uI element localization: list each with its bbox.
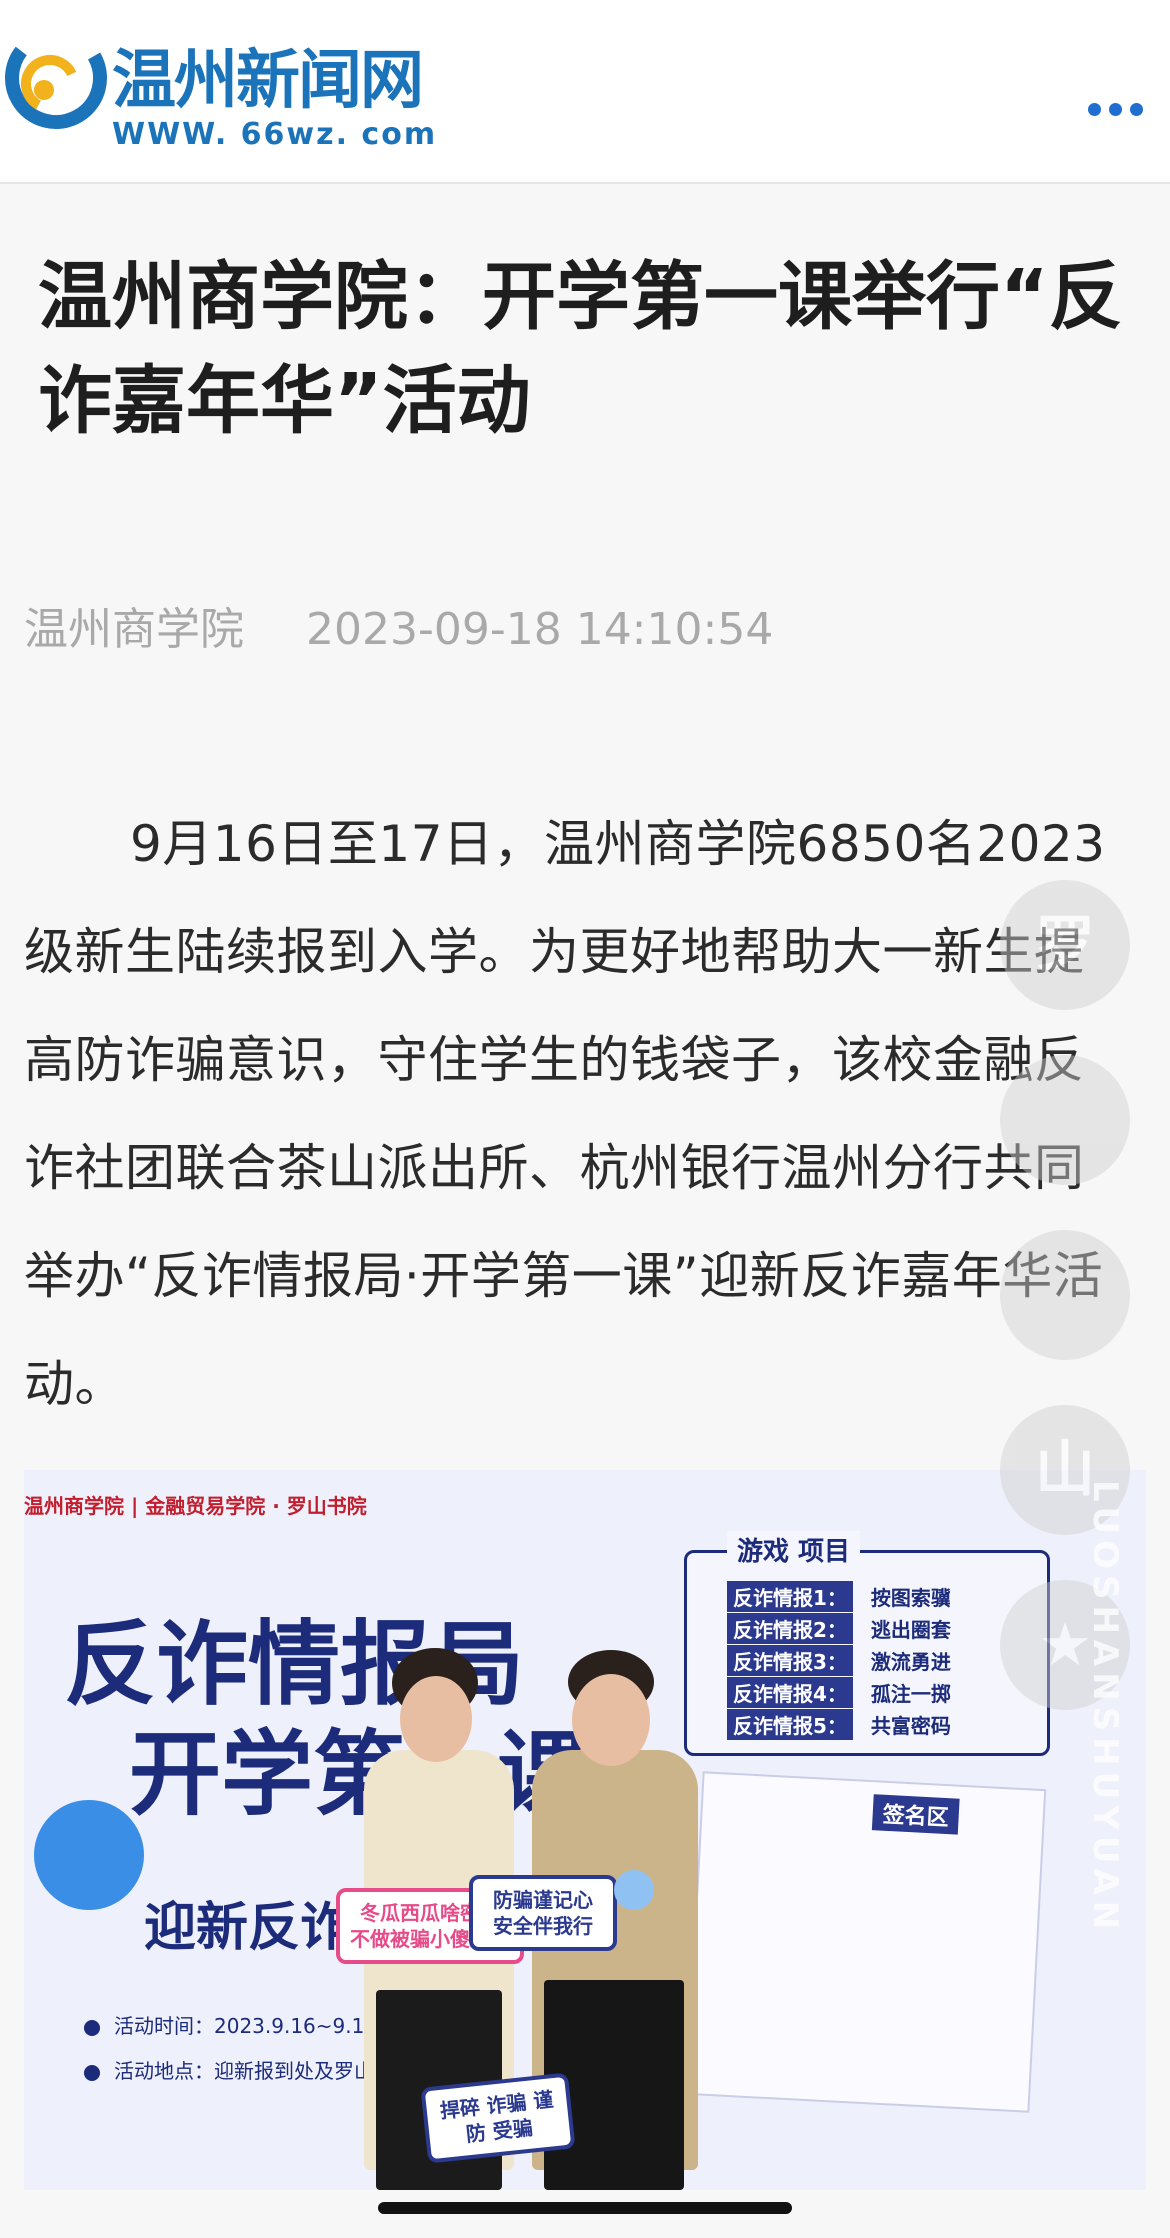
board-label: 签名区 <box>871 1794 960 1835</box>
poster-info-time: 活动时间：2023.9.16~9.17 <box>84 2010 377 2039</box>
game-row: 反诈情报3： 激流勇进 <box>727 1645 951 1676</box>
sign-bottom: 捍碎 诈骗 谨防 受骗 <box>420 2072 576 2164</box>
article-meta: 温州商学院 2023-09-18 14:10:54 <box>24 600 773 660</box>
person-left-face <box>400 1676 472 1762</box>
poster-header: 温州商学院 | 金融贸易学院 · 罗山书院 <box>24 1494 367 1518</box>
game-row: 反诈情报4： 孤注一掷 <box>727 1677 951 1708</box>
watermark-letters: LUOSHANSHUYUAN <box>1085 1480 1125 1936</box>
logo-url: WWW. 66wz. com <box>112 117 438 152</box>
article-datetime: 2023-09-18 14:10:54 <box>306 604 774 655</box>
games-title: 游戏 项目 <box>727 1531 861 1568</box>
games-list-box: 游戏 项目 反诈情报1： 按图索骥 反诈情报2： 逃出圈套 反诈情报3： 激流勇进 反… <box>684 1531 1050 1756</box>
article-photo[interactable]: 温州商学院 | 金融贸易学院 · 罗山书院 反诈情报局 开学第一课 迎新反诈嘉年… <box>24 1470 1146 2190</box>
watermark-circle <box>1000 1230 1130 1360</box>
ellipsis-dot <box>1108 102 1122 116</box>
more-options-button[interactable] <box>1080 92 1150 126</box>
game-row: 反诈情报2： 逃出圈套 <box>727 1613 951 1644</box>
watermark-circle <box>1000 1055 1130 1185</box>
signature-board: 签名区 <box>685 1771 1047 2113</box>
site-header: 温州新闻网 WWW. 66wz. com <box>0 0 1170 184</box>
ellipsis-horizontal-icon <box>1087 102 1101 116</box>
watermark-circle: 罗 <box>1000 880 1130 1010</box>
article-paragraph: 9月16日至17日，温州商学院6850名2023级新生陆续报到入学。为更好地帮助… <box>24 815 1106 1413</box>
mascot-icon <box>34 1800 144 1910</box>
person-right-face <box>572 1674 650 1766</box>
home-indicator[interactable] <box>378 2202 792 2214</box>
logo-text: 温州新闻网 <box>112 44 424 118</box>
mascot-small-icon <box>614 1870 654 1910</box>
ellipsis-dot <box>1129 102 1143 116</box>
site-logo[interactable]: 温州新闻网 WWW. 66wz. com <box>0 22 480 152</box>
game-row: 反诈情报1： 按图索骥 <box>727 1581 951 1612</box>
article-title: 温州商学院：开学第一课举行“反诈嘉年华”活动 <box>38 254 1123 444</box>
poster-title-line2: 开学第一课 <box>129 1721 590 1828</box>
sign-right: 防骗谨记心 安全伴我行 <box>469 1875 617 1951</box>
game-row: 反诈情报5： 共富密码 <box>727 1709 951 1740</box>
article-source[interactable]: 温州商学院 <box>24 604 244 655</box>
logo-swirl-icon <box>4 26 107 129</box>
